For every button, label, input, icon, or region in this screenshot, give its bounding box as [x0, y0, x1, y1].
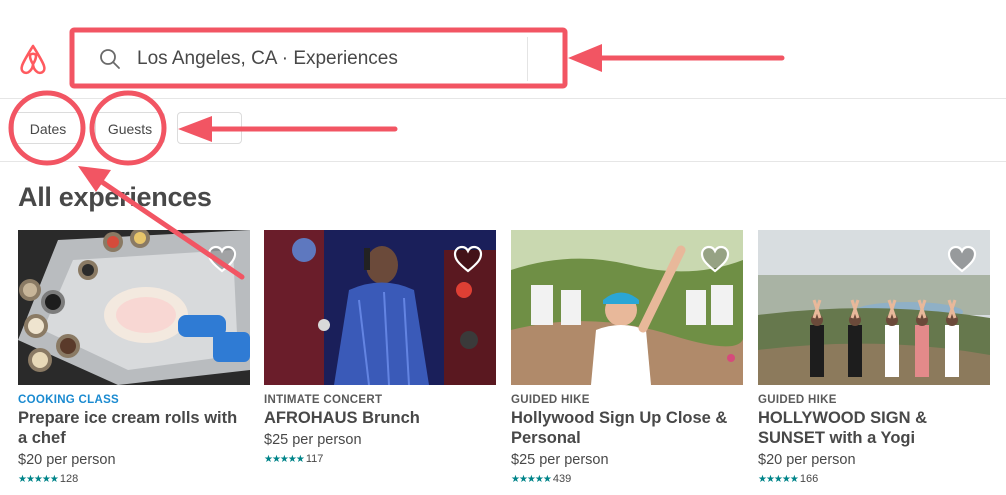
card-price: $25 per person — [511, 452, 609, 468]
rating-stars: ★★★★★ — [18, 473, 59, 485]
more-filter-button[interactable] — [177, 112, 242, 144]
rating-count: 117 — [305, 453, 324, 465]
experience-card[interactable]: INTIMATE CONCERT AFROHAUS Brunch $25 per… — [264, 230, 496, 465]
experience-photo[interactable] — [264, 230, 496, 385]
rating-count: 439 — [552, 473, 572, 485]
filter-divider — [0, 161, 1006, 162]
experience-card[interactable]: COOKING CLASS Prepare ice cream rolls wi… — [18, 230, 250, 485]
rating-stars: ★★★★★ — [264, 453, 305, 465]
card-rating: ★★★★★ 128 — [18, 473, 250, 485]
rating-stars: ★★★★★ — [758, 473, 799, 485]
card-rating: ★★★★★ 166 — [758, 473, 990, 485]
search-arrow — [568, 44, 785, 72]
header-divider — [0, 98, 1006, 99]
card-rating: ★★★★★ 117 — [264, 453, 496, 465]
search-icon — [100, 49, 120, 69]
guests-filter-button[interactable]: Guests — [95, 112, 165, 144]
card-title[interactable]: Prepare ice cream rolls with a chef — [18, 408, 250, 448]
card-rating: ★★★★★ 439 — [511, 473, 743, 485]
heart-icon[interactable] — [946, 244, 978, 274]
rating-stars: ★★★★★ — [511, 473, 552, 485]
heart-icon[interactable] — [452, 244, 484, 274]
card-price: $20 per person — [758, 452, 856, 468]
card-price: $25 per person — [264, 432, 362, 448]
card-category: GUIDED HIKE — [758, 394, 837, 406]
experience-photo[interactable] — [511, 230, 743, 385]
dates-filter-button[interactable]: Dates — [13, 112, 83, 144]
experience-photo[interactable] — [18, 230, 250, 385]
card-category: COOKING CLASS — [18, 394, 120, 406]
card-title[interactable]: HOLLYWOOD SIGN & SUNSET with a Yogi — [758, 408, 990, 448]
experience-photo[interactable] — [758, 230, 990, 385]
card-title[interactable]: AFROHAUS Brunch — [264, 408, 496, 428]
experience-card[interactable]: GUIDED HIKE HOLLYWOOD SIGN & SUNSET with… — [758, 230, 990, 485]
heart-icon[interactable] — [699, 244, 731, 274]
card-title[interactable]: Hollywood Sign Up Close & Personal — [511, 408, 743, 448]
search-input[interactable]: Los Angeles, CA · Experiences — [137, 48, 398, 70]
heart-icon[interactable] — [206, 244, 238, 274]
rating-count: 128 — [59, 473, 79, 485]
card-price: $20 per person — [18, 452, 116, 468]
card-category: GUIDED HIKE — [511, 394, 590, 406]
section-title: All experiences — [18, 182, 212, 212]
card-category: INTIMATE CONCERT — [264, 394, 383, 406]
search-box[interactable]: Los Angeles, CA · Experiences — [80, 37, 528, 81]
rating-count: 166 — [799, 473, 819, 485]
airbnb-logo-icon[interactable] — [17, 42, 49, 76]
experience-card[interactable]: GUIDED HIKE Hollywood Sign Up Close & Pe… — [511, 230, 743, 485]
